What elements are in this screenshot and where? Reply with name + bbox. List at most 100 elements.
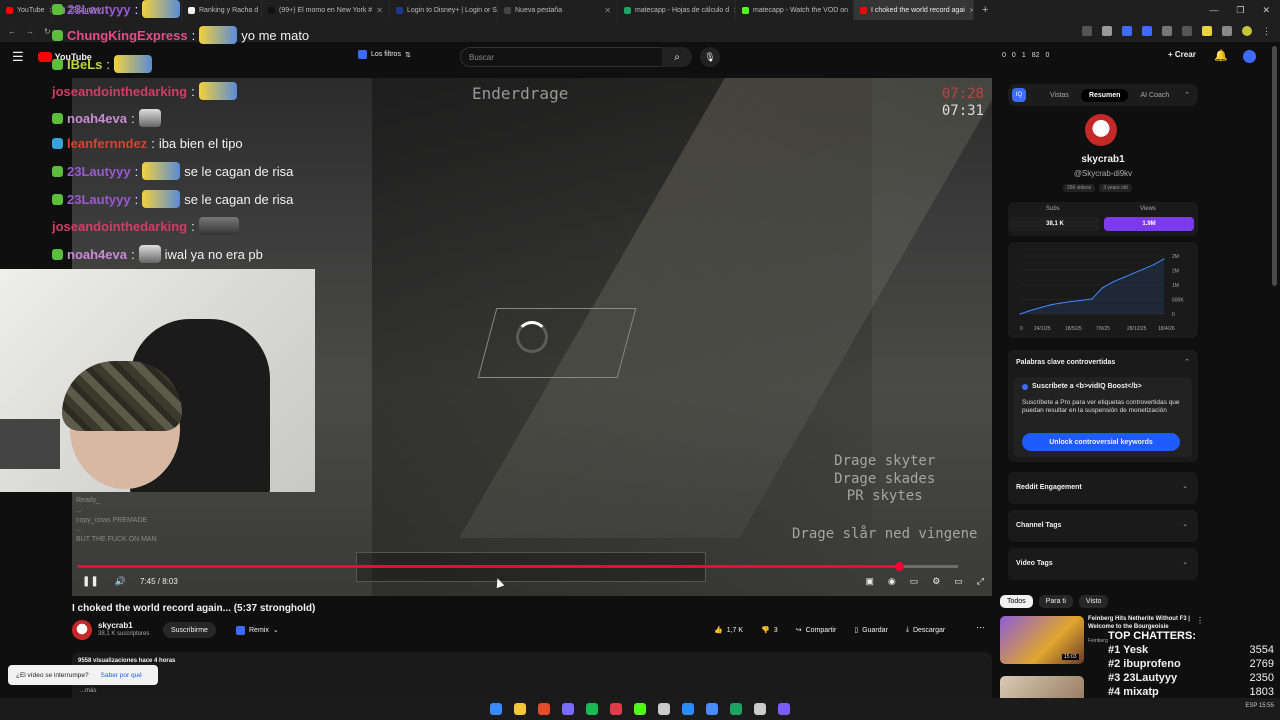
accordion-video-tags[interactable]: Video Tags ⌄ [1008, 548, 1198, 580]
extension-icon[interactable] [1182, 26, 1192, 36]
browser-tab[interactable]: matecapp - Watch the VOD on✕ [736, 0, 854, 20]
tab-label: YouTube [17, 6, 45, 14]
chat-username: 23Lautyyy [67, 191, 131, 207]
subs-value[interactable]: 38,1 K [1010, 217, 1100, 231]
extension-icon[interactable] [1162, 26, 1172, 36]
browser-tab[interactable]: YouTube✕ [0, 0, 52, 20]
theater-mode-icon[interactable]: ▭ [954, 576, 963, 587]
vidiq-player-icon[interactable]: ▣ [865, 576, 874, 587]
fullscreen-icon[interactable]: ⤢ [977, 576, 984, 587]
profile-icon[interactable] [1242, 26, 1252, 36]
subtitles-icon[interactable]: ▭ [910, 576, 919, 587]
browser-tab[interactable]: Nueva pestaña ✕ [498, 0, 618, 20]
extension-icon[interactable] [1122, 26, 1132, 36]
remix-button[interactable]: Remix ⌄ [228, 622, 287, 638]
progress-fill [78, 565, 900, 568]
extension-icon[interactable] [1202, 26, 1212, 36]
taskbar-app-icon[interactable] [490, 703, 502, 715]
kebab-menu-icon[interactable]: ⋮ [1262, 26, 1272, 36]
taskbar-app-icon[interactable] [634, 703, 646, 715]
taskbar-app-icon[interactable] [586, 703, 598, 715]
dislike-count: 3 [773, 626, 778, 634]
account-avatar[interactable] [1243, 50, 1256, 63]
learn-why-link[interactable]: Saber por qué [101, 672, 142, 679]
voice-search-button[interactable]: 🎙 [700, 47, 720, 67]
create-button[interactable]: + Crear [1168, 50, 1196, 59]
vidiq-tab-ai-coach[interactable]: AI Coach [1132, 89, 1177, 102]
forward-icon[interactable]: → [26, 27, 34, 36]
taskbar-app-icon[interactable] [730, 703, 742, 715]
show-more-link[interactable]: ...más [80, 688, 96, 694]
chevron-up-icon[interactable]: ⌃ [1184, 91, 1190, 99]
taskbar-app-icon[interactable] [682, 703, 694, 715]
top-chatter-count: 2769 [1249, 658, 1274, 670]
vidiq-tab-resumen[interactable]: Resumen [1080, 88, 1129, 102]
autoplay-toggle-icon[interactable]: ◉ [888, 576, 896, 587]
close-window-icon[interactable]: ✕ [1262, 5, 1270, 16]
subscribe-button[interactable]: Suscribirme [163, 622, 216, 638]
page-scrollbar[interactable] [1272, 46, 1277, 286]
filter-chip[interactable]: Todos [1000, 595, 1033, 608]
taskbar-app-icon[interactable] [706, 703, 718, 715]
description-box[interactable]: 9558 visualizaciones hace 4 horas ...más [72, 652, 992, 702]
taskbar-app-icon[interactable] [538, 703, 550, 715]
hamburger-menu-icon[interactable]: ☰ [12, 49, 24, 65]
browser-tab[interactable]: matecapp - Hojas de cálculo d✕ [618, 0, 736, 20]
channel-avatar[interactable] [1085, 114, 1117, 146]
restore-icon[interactable]: ❐ [1236, 5, 1244, 16]
download-button[interactable]: ⤓ Descargar [900, 622, 951, 638]
settings-gear-icon[interactable]: ⚙ [932, 576, 940, 587]
search-input[interactable]: Buscar [460, 47, 690, 67]
channel-name-link[interactable]: skycrab1 [98, 621, 133, 630]
search-button[interactable]: ⌕ [662, 47, 692, 67]
kebab-menu-icon[interactable]: ⋮ [1196, 616, 1204, 625]
taskbar-app-icon[interactable] [610, 703, 622, 715]
channel-avatar-small[interactable] [72, 620, 92, 640]
progress-bar[interactable] [78, 562, 958, 571]
pause-icon[interactable]: ❚❚ [82, 576, 99, 587]
tab-close-icon[interactable]: ✕ [604, 6, 611, 15]
share-button[interactable]: ↪ Compartir [790, 622, 843, 638]
dislike-button[interactable]: 👎 3 [755, 622, 784, 638]
tab-close-icon[interactable]: ✕ [376, 6, 383, 15]
in-game-chat-line: ... [76, 506, 82, 514]
stream-chat-overlay: 23Lautyyy: ChungKingExpress: yo me mato IBe… [52, 0, 352, 268]
back-icon[interactable]: ← [8, 27, 16, 36]
chart-area [1020, 258, 1164, 314]
accordion-title: Video Tags [1016, 560, 1053, 567]
browser-tab[interactable]: I choked the world record agai✕ [854, 0, 974, 20]
extension-icon[interactable] [1222, 26, 1232, 36]
like-button[interactable]: 👍 1,7 K [708, 622, 749, 638]
vidiq-tab-vistas[interactable]: Vistas [1042, 89, 1077, 102]
taskbar-app-icon[interactable] [778, 703, 790, 715]
youtube-logo-icon[interactable] [37, 52, 52, 62]
extension-icon[interactable] [1082, 26, 1092, 36]
tab-favicon-icon [504, 6, 511, 14]
filters-button[interactable]: Los filtros ⇅ [358, 50, 411, 59]
share-icon: ↪ [795, 627, 802, 634]
unlock-keywords-button[interactable]: Unlock controversial keywords [1022, 433, 1180, 451]
notifications-bell-icon[interactable]: 🔔 [1214, 49, 1228, 62]
taskbar-app-icon[interactable] [514, 703, 526, 715]
more-actions-icon[interactable]: ⋯ [976, 622, 985, 633]
keywords-upsell-heading: Suscríbete a <b>vidIQ Boost</b> [1022, 383, 1142, 390]
progress-scrubber[interactable] [895, 562, 905, 571]
reload-icon[interactable]: ↻ [44, 27, 51, 36]
browser-tab[interactable]: Login to Disney+ | Login or Sig✕ [390, 0, 498, 20]
chevron-up-icon[interactable]: ⌃ [1184, 358, 1190, 366]
filter-chip[interactable]: Visto [1078, 595, 1109, 608]
channel-name[interactable]: skycrab1 [1008, 154, 1198, 165]
accordion-channel-tags[interactable]: Channel Tags ⌄ [1008, 510, 1198, 542]
taskbar-app-icon[interactable] [562, 703, 574, 715]
views-value[interactable]: 1.9M [1104, 217, 1194, 231]
extension-icon[interactable] [1142, 26, 1152, 36]
volume-icon[interactable]: 🔊 [115, 576, 126, 587]
taskbar-app-icon[interactable] [658, 703, 670, 715]
save-button[interactable]: ▯ Guardar [848, 622, 894, 638]
taskbar-app-icon[interactable] [754, 703, 766, 715]
accordion-reddit-engagement[interactable]: Reddit Engagement ⌄ [1008, 472, 1198, 504]
filter-chip[interactable]: Para ti [1038, 595, 1073, 608]
new-tab-button[interactable]: + [974, 4, 996, 16]
minimize-icon[interactable]: — [1209, 5, 1218, 16]
bookmark-star-icon[interactable] [1102, 26, 1112, 36]
